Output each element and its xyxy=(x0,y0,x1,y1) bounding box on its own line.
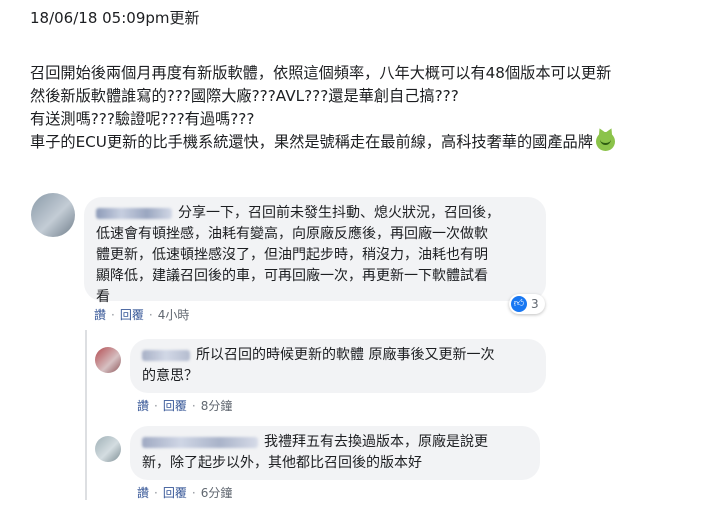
reply-thread-line xyxy=(85,330,87,500)
comment-line: 低速會有頓挫感，油耗有變高，向原廠反應後，再回廠一次做軟 xyxy=(96,226,488,242)
comment-bubble: 分享一下，召回前未發生抖動、熄火狀況，召回後， 低速會有頓挫感，油耗有變高，向原… xyxy=(84,197,546,305)
reply-bubble: 我禮拜五有去換過版本，原廠是說更 新，除了起步以外，其他都比召回後的版本好 xyxy=(130,426,540,480)
reply-button[interactable]: 回覆 xyxy=(163,486,187,500)
post-line: 然後新版軟體誰寫的???國際大廠???AVL???還是華創自己搞??? xyxy=(30,87,459,105)
comment-line: 所以召回的時候更新的軟體 原廠事後又更新一次 xyxy=(142,345,534,366)
avatar[interactable] xyxy=(95,436,121,462)
comment-timestamp[interactable]: 6分鐘 xyxy=(201,486,233,500)
comment-line: 新，除了起步以外，其他都比召回後的版本好 xyxy=(142,455,422,471)
thumbs-up-icon: 👍︎ xyxy=(511,296,527,312)
post-header: 18/06/18 05:09pm更新 xyxy=(30,9,200,27)
comment-timestamp[interactable]: 4小時 xyxy=(158,308,190,322)
reply-button[interactable]: 回覆 xyxy=(163,399,187,413)
comment-line: 分享一下，召回前未發生抖動、熄火狀況，召回後， xyxy=(96,203,534,224)
redacted-author-name[interactable] xyxy=(96,207,172,219)
post-line: 召回開始後兩個月再度有新版軟體，依照這個頻率，八年大概可以有48個版本可以更新 xyxy=(30,64,612,82)
reply-bubble: 所以召回的時候更新的軟體 原廠事後又更新一次 的意思？ xyxy=(130,339,546,393)
post-line: 車子的ECU更新的比手機系統還快，果然是號稱走在最前線，高科技奢華的國產品牌 xyxy=(30,131,710,154)
like-button[interactable]: 讚 xyxy=(137,399,149,413)
comment-line: 的意思？ xyxy=(142,368,198,384)
comment-line: 我禮拜五有去換過版本，原廠是說更 xyxy=(142,432,528,453)
like-button[interactable]: 讚 xyxy=(137,486,149,500)
devil-grin-emoji-icon xyxy=(595,132,615,151)
avatar[interactable] xyxy=(95,347,121,373)
redacted-author-name[interactable] xyxy=(142,436,258,448)
comment-text: 分享一下，召回前未發生抖動、熄火狀況，召回後， xyxy=(178,205,500,221)
comment-timestamp[interactable]: 8分鐘 xyxy=(201,399,233,413)
comment-actions: 讚 · 回覆 · 8分鐘 xyxy=(137,399,233,413)
avatar[interactable] xyxy=(31,193,75,237)
reaction-count-badge[interactable]: 👍︎ 3 xyxy=(509,294,545,314)
like-button[interactable]: 讚 xyxy=(94,308,106,322)
reply-button[interactable]: 回覆 xyxy=(120,308,144,322)
redacted-author-name[interactable] xyxy=(142,349,190,361)
comment-line: 看 xyxy=(96,289,110,305)
post-line-text: 車子的ECU更新的比手機系統還快，果然是號稱走在最前線，高科技奢華的國產品牌 xyxy=(30,133,593,151)
comment-text: 所以召回的時候更新的軟體 原廠事後又更新一次 xyxy=(196,347,495,363)
post-body: 召回開始後兩個月再度有新版軟體，依照這個頻率，八年大概可以有48個版本可以更新 … xyxy=(30,62,710,154)
comment-line: 顯降低，建議召回後的車，可再回廠一次，再更新一下軟體試看 xyxy=(96,268,488,284)
comment-actions: 讚 · 回覆 · 6分鐘 xyxy=(137,486,233,500)
comment-text: 我禮拜五有去換過版本，原廠是說更 xyxy=(264,434,488,450)
comment-actions: 讚 · 回覆 · 4小時 xyxy=(94,308,190,322)
comment-line: 體更新，低速頓挫感沒了，但油門起步時，稍沒力，油耗也有明 xyxy=(96,247,488,263)
reaction-count: 3 xyxy=(531,297,539,311)
